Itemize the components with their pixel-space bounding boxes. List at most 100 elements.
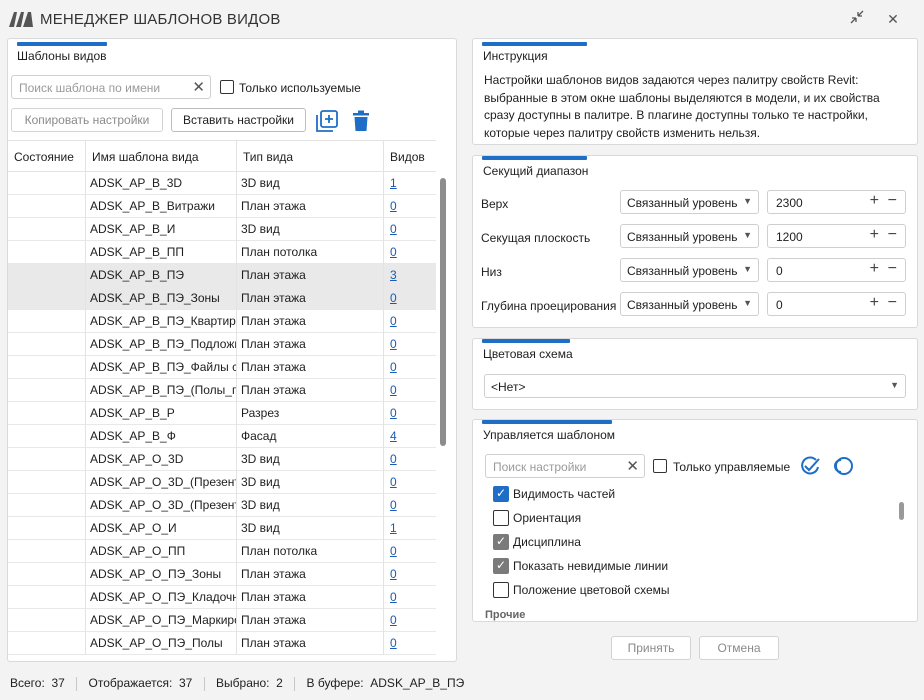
cell-state	[8, 287, 86, 310]
cell-view-count[interactable]: 0	[384, 241, 436, 264]
table-row[interactable]: ADSK_AP_O_ПЭ_Полы План этажа 0	[8, 632, 436, 655]
cell-view-count[interactable]: 3	[384, 264, 436, 287]
range-offset-stepper[interactable]: 1200 + −	[767, 224, 906, 248]
search-placeholder: Поиск настройки	[493, 460, 587, 474]
range-level-value: Связанный уровень	[627, 196, 738, 210]
accept-button[interactable]: Принять	[611, 636, 691, 660]
setting-checkbox[interactable]	[493, 582, 509, 598]
table-row[interactable]: ADSK_AP_B_ПЭ_Квартиры План этажа 0	[8, 310, 436, 333]
table-row[interactable]: ADSK_AP_B_Ф Фасад 4	[8, 425, 436, 448]
collapse-icon[interactable]	[846, 9, 868, 29]
plus-icon[interactable]: +	[870, 226, 879, 244]
cell-view-count[interactable]: 0	[384, 356, 436, 379]
cell-view-count[interactable]: 0	[384, 471, 436, 494]
table-row[interactable]: ADSK_AP_B_3D 3D вид 1	[8, 172, 436, 195]
range-level-dropdown[interactable]: Связанный уровень ▼	[620, 292, 759, 316]
cell-template-name: ADSK_AP_O_3D_(Презента	[86, 494, 237, 517]
table-row[interactable]: ADSK_AP_O_3D 3D вид 0	[8, 448, 436, 471]
cell-view-count[interactable]: 1	[384, 517, 436, 540]
setting-checkbox[interactable]	[493, 510, 509, 526]
table-row[interactable]: ADSK_AP_O_И 3D вид 1	[8, 517, 436, 540]
cell-template-name: ADSK_AP_O_ПЭ_Полы	[86, 632, 237, 655]
minus-icon[interactable]: −	[888, 294, 897, 312]
cell-view-count[interactable]: 0	[384, 195, 436, 218]
template-search-input[interactable]: Поиск шаблона по имени ✕	[11, 75, 211, 99]
add-template-icon[interactable]	[316, 110, 338, 132]
range-offset-stepper[interactable]: 2300 + −	[767, 190, 906, 214]
table-row[interactable]: ADSK_AP_B_ПЭ_(Полы_пр План этажа 0	[8, 379, 436, 402]
setting-checkbox[interactable]: ✓	[493, 486, 509, 502]
paste-settings-button[interactable]: Вставить настройки	[171, 108, 306, 132]
table-row[interactable]: ADSK_AP_O_3D_(Презента 3D вид 0	[8, 471, 436, 494]
cell-view-count[interactable]: 0	[384, 333, 436, 356]
plus-icon[interactable]: +	[870, 260, 879, 278]
setting-search-input[interactable]: Поиск настройки ✕	[485, 454, 645, 478]
cell-template-name: ADSK_AP_B_И	[86, 218, 237, 241]
cell-view-count[interactable]: 0	[384, 448, 436, 471]
close-icon[interactable]: ✕	[882, 9, 904, 29]
range-level-dropdown[interactable]: Связанный уровень ▼	[620, 224, 759, 248]
cell-view-count[interactable]: 1	[384, 172, 436, 195]
only-controlled-checkbox[interactable]	[653, 459, 667, 473]
search-placeholder: Поиск шаблона по имени	[19, 81, 161, 95]
range-offset-stepper[interactable]: 0 + −	[767, 292, 906, 316]
table-row[interactable]: ADSK_AP_O_ПЭ_Кладочны План этажа 0	[8, 586, 436, 609]
cell-view-count[interactable]: 4	[384, 425, 436, 448]
table-row[interactable]: ADSK_AP_B_ПЭ_Зоны План этажа 0	[8, 287, 436, 310]
setting-checkbox[interactable]: ✓	[493, 558, 509, 574]
table-row[interactable]: ADSK_AP_B_Витражи План этажа 0	[8, 195, 436, 218]
table-scrollbar[interactable]	[440, 178, 446, 446]
minus-icon[interactable]: −	[888, 226, 897, 244]
plus-icon[interactable]: +	[870, 294, 879, 312]
cell-view-type: 3D вид	[237, 517, 384, 540]
table-row[interactable]: ADSK_AP_B_ПП План потолка 0	[8, 241, 436, 264]
table-row[interactable]: ADSK_AP_B_ПЭ_Подложки План этажа 0	[8, 333, 436, 356]
range-level-dropdown[interactable]: Связанный уровень ▼	[620, 258, 759, 282]
clear-search-icon[interactable]: ✕	[626, 457, 639, 475]
cell-view-count[interactable]: 0	[384, 287, 436, 310]
table-row[interactable]: ADSK_AP_B_ПЭ_Файлы св План этажа 0	[8, 356, 436, 379]
instruction-text: Настройки шаблонов видов задаются через …	[484, 72, 880, 142]
column-header-state[interactable]: Состояние	[8, 141, 86, 173]
minus-icon[interactable]: −	[888, 260, 897, 278]
column-header-type[interactable]: Тип вида	[237, 141, 384, 173]
table-row[interactable]: ADSK_AP_B_P Разрез 0	[8, 402, 436, 425]
column-header-count[interactable]: Видов	[384, 141, 436, 173]
range-offset-value: 0	[776, 298, 783, 312]
plus-icon[interactable]: +	[870, 192, 879, 210]
cancel-button[interactable]: Отмена	[699, 636, 779, 660]
delete-template-icon[interactable]	[352, 110, 370, 132]
cell-view-count[interactable]: 0	[384, 586, 436, 609]
minus-icon[interactable]: −	[888, 192, 897, 210]
range-offset-stepper[interactable]: 0 + −	[767, 258, 906, 282]
column-header-name[interactable]: Имя шаблона вида	[86, 141, 237, 173]
chevron-down-icon: ▼	[743, 196, 752, 206]
cell-view-count[interactable]: 0	[384, 310, 436, 333]
table-row[interactable]: ADSK_AP_O_3D_(Презента 3D вид 0	[8, 494, 436, 517]
table-row[interactable]: ADSK_AP_B_И 3D вид 0	[8, 218, 436, 241]
table-row[interactable]: ADSK_AP_O_ПП План потолка 0	[8, 540, 436, 563]
range-label: Секущая плоскость	[481, 231, 591, 245]
cell-view-count[interactable]: 0	[384, 609, 436, 632]
check-all-icon[interactable]	[799, 456, 821, 476]
only-used-checkbox[interactable]	[220, 80, 234, 94]
uncheck-all-icon[interactable]	[833, 456, 855, 476]
table-row[interactable]: ADSK_AP_O_ПЭ_Зоны План этажа 0	[8, 563, 436, 586]
copy-settings-button[interactable]: Копировать настройки	[11, 108, 163, 132]
cell-view-count[interactable]: 0	[384, 494, 436, 517]
settings-scrollbar[interactable]	[899, 502, 904, 520]
cell-view-count[interactable]: 0	[384, 402, 436, 425]
setting-checkbox[interactable]: ✓	[493, 534, 509, 550]
cell-state	[8, 471, 86, 494]
table-row[interactable]: ADSK_AP_O_ПЭ_Маркиро План этажа 0	[8, 609, 436, 632]
cell-view-count[interactable]: 0	[384, 632, 436, 655]
cell-view-count[interactable]: 0	[384, 379, 436, 402]
table-row[interactable]: ADSK_AP_B_ПЭ План этажа 3	[8, 264, 436, 287]
cell-view-count[interactable]: 0	[384, 218, 436, 241]
cell-view-count[interactable]: 0	[384, 563, 436, 586]
status-total-label: Всего:	[10, 676, 45, 690]
range-level-dropdown[interactable]: Связанный уровень ▼	[620, 190, 759, 214]
clear-search-icon[interactable]: ✕	[192, 78, 205, 96]
cell-view-count[interactable]: 0	[384, 540, 436, 563]
color-scheme-dropdown[interactable]: <Нет> ▼	[484, 374, 906, 398]
